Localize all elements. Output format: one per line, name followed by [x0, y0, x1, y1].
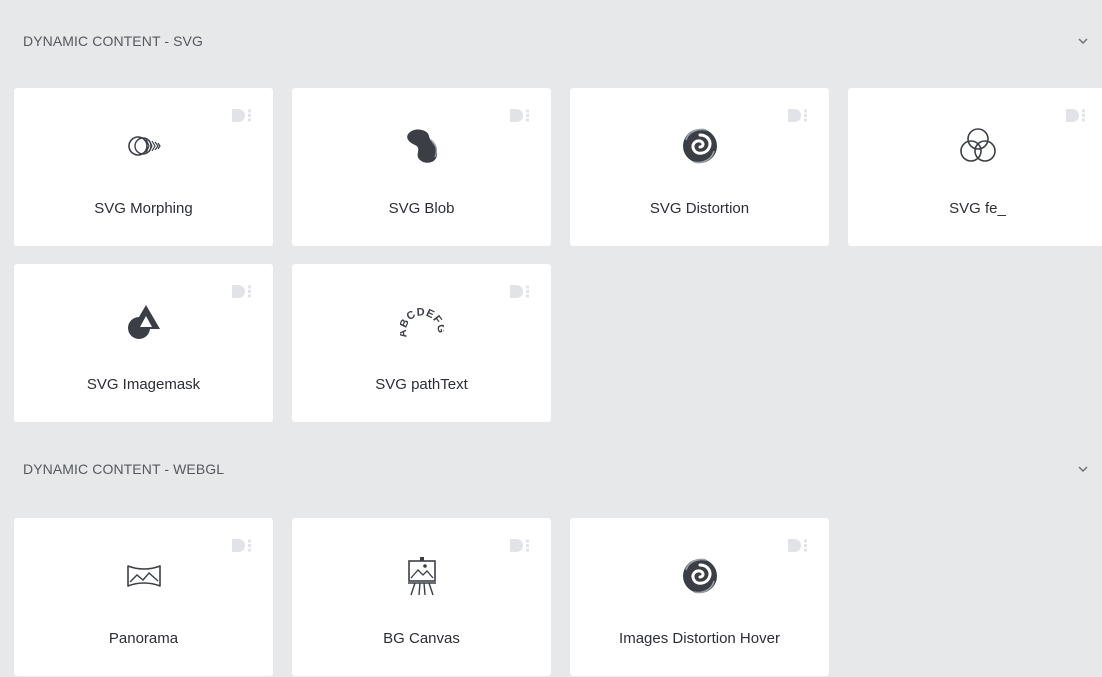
distortion-swirl-icon — [678, 554, 722, 598]
dynamic-badge-icon — [1065, 108, 1087, 123]
widget-label: SVG Morphing — [94, 200, 193, 217]
section-header-webgl[interactable]: DYNAMIC CONTENT - WEBGL — [0, 449, 1102, 489]
widget-label: SVG Blob — [388, 200, 455, 217]
widget-label: SVG Distortion — [649, 200, 750, 217]
section-header-svg[interactable]: DYNAMIC CONTENT - SVG — [0, 21, 1102, 61]
path-text-letters: ABCDEFG — [400, 306, 444, 338]
image-mask-icon — [122, 300, 166, 344]
widget-card-svg-morphing[interactable]: SVG Morphing — [14, 88, 273, 246]
dynamic-badge-icon — [231, 284, 253, 299]
svg-morphing-icon — [122, 124, 166, 168]
chevron-down-icon[interactable] — [1076, 34, 1090, 48]
widget-card-svg-pathtext[interactable]: ABCDEFG SVG pathText — [292, 264, 551, 422]
dynamic-badge-icon — [509, 108, 531, 123]
easel-canvas-icon — [400, 554, 444, 598]
svg-text:ABCDEFG: ABCDEFG — [400, 306, 444, 338]
widget-card-svg-distortion[interactable]: SVG Distortion — [570, 88, 829, 246]
dynamic-badge-icon — [509, 538, 531, 553]
dynamic-badge-icon — [231, 538, 253, 553]
widget-label: SVG Imagemask — [86, 376, 201, 393]
widget-card-svg-fe[interactable]: SVG fe_ — [848, 88, 1102, 246]
widget-label: BG Canvas — [383, 630, 460, 647]
section-title: DYNAMIC CONTENT - SVG — [23, 33, 203, 49]
widget-label: Panorama — [108, 630, 179, 647]
overlapping-circles-icon — [956, 124, 1000, 168]
widget-card-panorama[interactable]: Panorama — [14, 518, 273, 676]
blob-icon — [400, 124, 444, 168]
widget-label: SVG fe_ — [949, 200, 1006, 217]
widget-card-svg-blob[interactable]: SVG Blob — [292, 88, 551, 246]
widget-card-bg-canvas[interactable]: BG Canvas — [292, 518, 551, 676]
panorama-icon — [122, 554, 166, 598]
dynamic-badge-icon — [231, 108, 253, 123]
dynamic-badge-icon — [787, 108, 809, 123]
dynamic-badge-icon — [509, 284, 531, 299]
path-text-icon: ABCDEFG — [400, 300, 444, 344]
section-title: DYNAMIC CONTENT - WEBGL — [23, 461, 225, 477]
widget-label: SVG pathText — [375, 376, 468, 393]
distortion-swirl-icon — [678, 124, 722, 168]
chevron-down-icon[interactable] — [1076, 462, 1090, 476]
dynamic-badge-icon — [787, 538, 809, 553]
widget-grid-svg: SVG Morphing SVG Blob SVG Distortion SVG… — [14, 88, 1102, 422]
widget-grid-webgl: Panorama BG Canvas Images Distortion Hov… — [14, 518, 1102, 676]
widget-card-svg-imagemask[interactable]: SVG Imagemask — [14, 264, 273, 422]
widget-label: Images Distortion Hover — [619, 630, 780, 647]
widget-card-images-distortion-hover[interactable]: Images Distortion Hover — [570, 518, 829, 676]
